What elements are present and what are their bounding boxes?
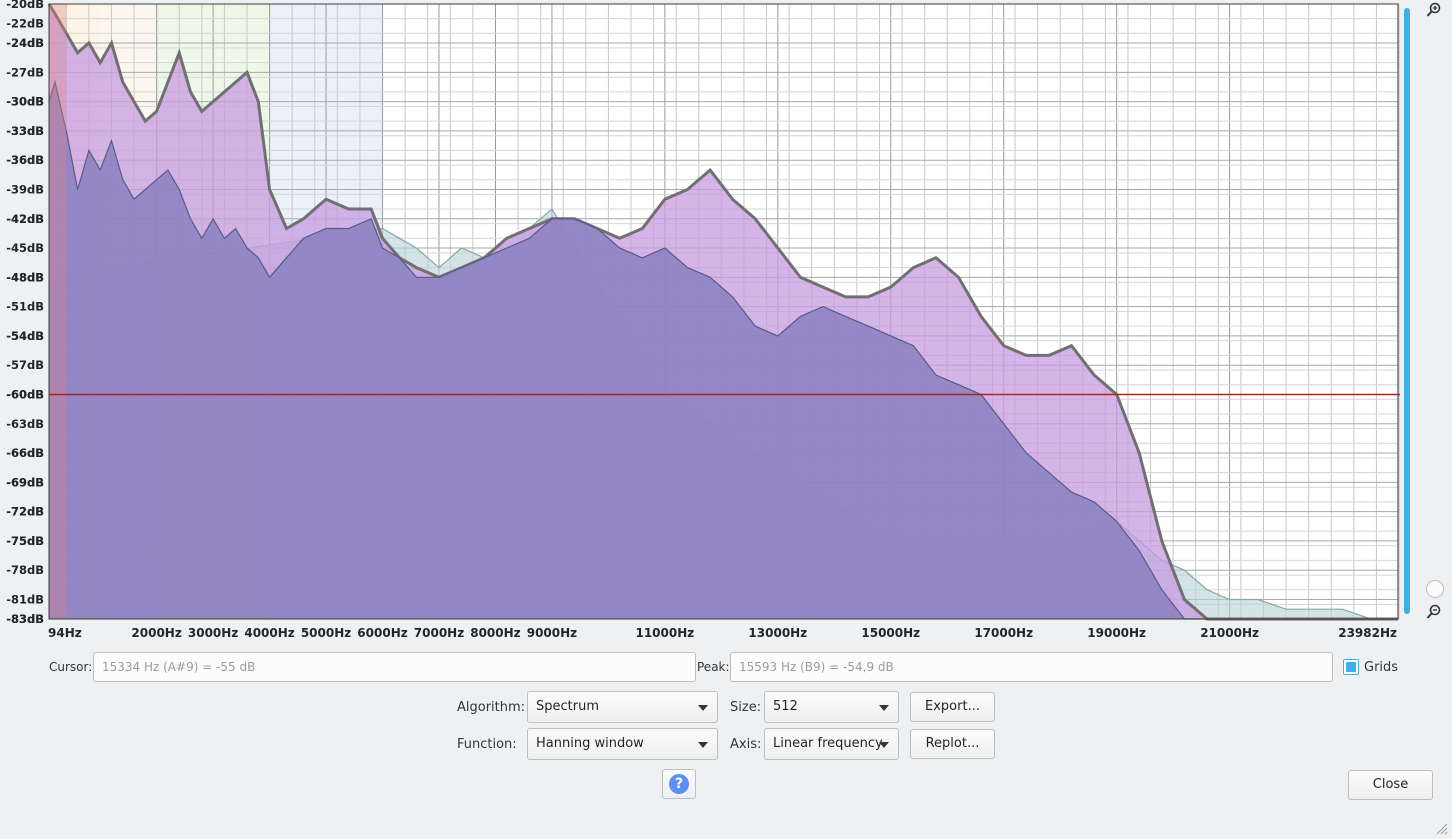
function-label: Function: [457, 737, 517, 752]
y-tick-label-secondary: -72dB [6, 505, 44, 519]
axis-label: Axis: [730, 737, 762, 752]
x-tick-label: 13000Hz [748, 626, 807, 640]
y-tick-label-secondary: -66dB [6, 446, 44, 460]
export-button[interactable]: Export... [910, 692, 995, 722]
function-value: Hanning window [536, 736, 644, 751]
y-tick-label: -27dB [6, 65, 44, 79]
help-icon: ? [669, 774, 689, 794]
function-select[interactable]: Hanning window [527, 728, 718, 760]
resize-grip-icon[interactable] [1434, 821, 1448, 835]
peak-label: Peak: [697, 660, 730, 674]
y-tick-label: -81dB [6, 592, 44, 606]
zoom-in-icon[interactable] [1426, 2, 1442, 18]
x-tick-label: 15000Hz [861, 626, 920, 640]
y-tick-label: -57dB [6, 358, 44, 372]
y-tick-label: -51dB [6, 300, 44, 314]
y-tick-label-secondary: -42dB [6, 212, 44, 226]
zoom-out-icon[interactable] [1426, 604, 1442, 620]
y-tick-label-secondary: -69dB [6, 475, 44, 489]
peak-readout[interactable]: 15593 Hz (B9) = -54,9 dB [730, 652, 1333, 682]
y-tick-label-secondary: -54dB [6, 329, 44, 343]
chevron-down-icon [879, 705, 889, 711]
x-tick-label: 23982Hz [1338, 626, 1397, 640]
low-band-marker [49, 4, 67, 619]
size-select[interactable]: 512 [764, 691, 899, 723]
size-value: 512 [773, 699, 798, 714]
y-tick-label-secondary: -36dB [6, 153, 44, 167]
slider-handle[interactable] [1426, 580, 1444, 598]
x-tick-label: 19000Hz [1087, 626, 1146, 640]
x-tick-label: 4000Hz [244, 626, 294, 640]
chevron-down-icon [698, 705, 708, 711]
y-tick-label-secondary: -83dB [6, 612, 44, 626]
x-tick-label: 17000Hz [974, 626, 1033, 640]
y-tick-label: -20dB [6, 0, 44, 11]
x-tick-label: 6000Hz [357, 626, 407, 640]
x-tick-label: 7000Hz [414, 626, 464, 640]
y-tick-label-secondary: -75dB [6, 534, 44, 548]
chevron-down-icon [698, 742, 708, 748]
cursor-readout[interactable]: 15334 Hz (A#9) = -55 dB [93, 652, 696, 682]
y-tick-label-secondary: -48dB [6, 270, 44, 284]
axis-select[interactable]: Linear frequency [764, 728, 899, 760]
y-tick-label-secondary: -22dB [6, 17, 44, 31]
y-tick-label-secondary: -60dB [6, 387, 44, 401]
x-tick-label: 11000Hz [635, 626, 694, 640]
algorithm-value: Spectrum [536, 699, 599, 714]
chevron-down-icon [879, 742, 889, 748]
help-button[interactable]: ? [662, 769, 696, 799]
x-tick-label: 21000Hz [1200, 626, 1259, 640]
y-tick-label: -78dB [6, 563, 44, 577]
algorithm-label: Algorithm: [457, 700, 526, 715]
y-tick-label: -45dB [6, 241, 44, 255]
replot-button[interactable]: Replot... [910, 729, 995, 759]
x-tick-label: 5000Hz [301, 626, 351, 640]
x-tick-label: 8000Hz [470, 626, 520, 640]
x-tick-label: 3000Hz [188, 626, 238, 640]
y-tick-label-secondary: -24dB [6, 36, 44, 50]
y-tick-label: -39dB [6, 182, 44, 196]
cursor-label: Cursor: [49, 660, 93, 674]
size-label: Size: [730, 700, 762, 715]
grids-checkbox[interactable] [1343, 659, 1359, 675]
x-tick-label: 2000Hz [131, 626, 181, 640]
close-button[interactable]: Close [1348, 770, 1433, 800]
vertical-zoom-slider[interactable] [1404, 8, 1410, 614]
algorithm-select[interactable]: Spectrum [527, 691, 718, 723]
y-tick-label: -63dB [6, 417, 44, 431]
x-tick-label: 94Hz [48, 626, 82, 640]
x-tick-label: 9000Hz [527, 626, 577, 640]
axis-value: Linear frequency [773, 736, 883, 751]
spectrum-plot[interactable]: 94Hz 2000Hz 3000Hz 4000Hz 5000Hz 6000Hz 7000Hz… [0, 0, 1400, 640]
y-tick-label-secondary: -30dB [6, 95, 44, 109]
grids-label[interactable]: Grids [1364, 660, 1398, 675]
y-tick-label-secondary: -33dB [6, 124, 44, 138]
